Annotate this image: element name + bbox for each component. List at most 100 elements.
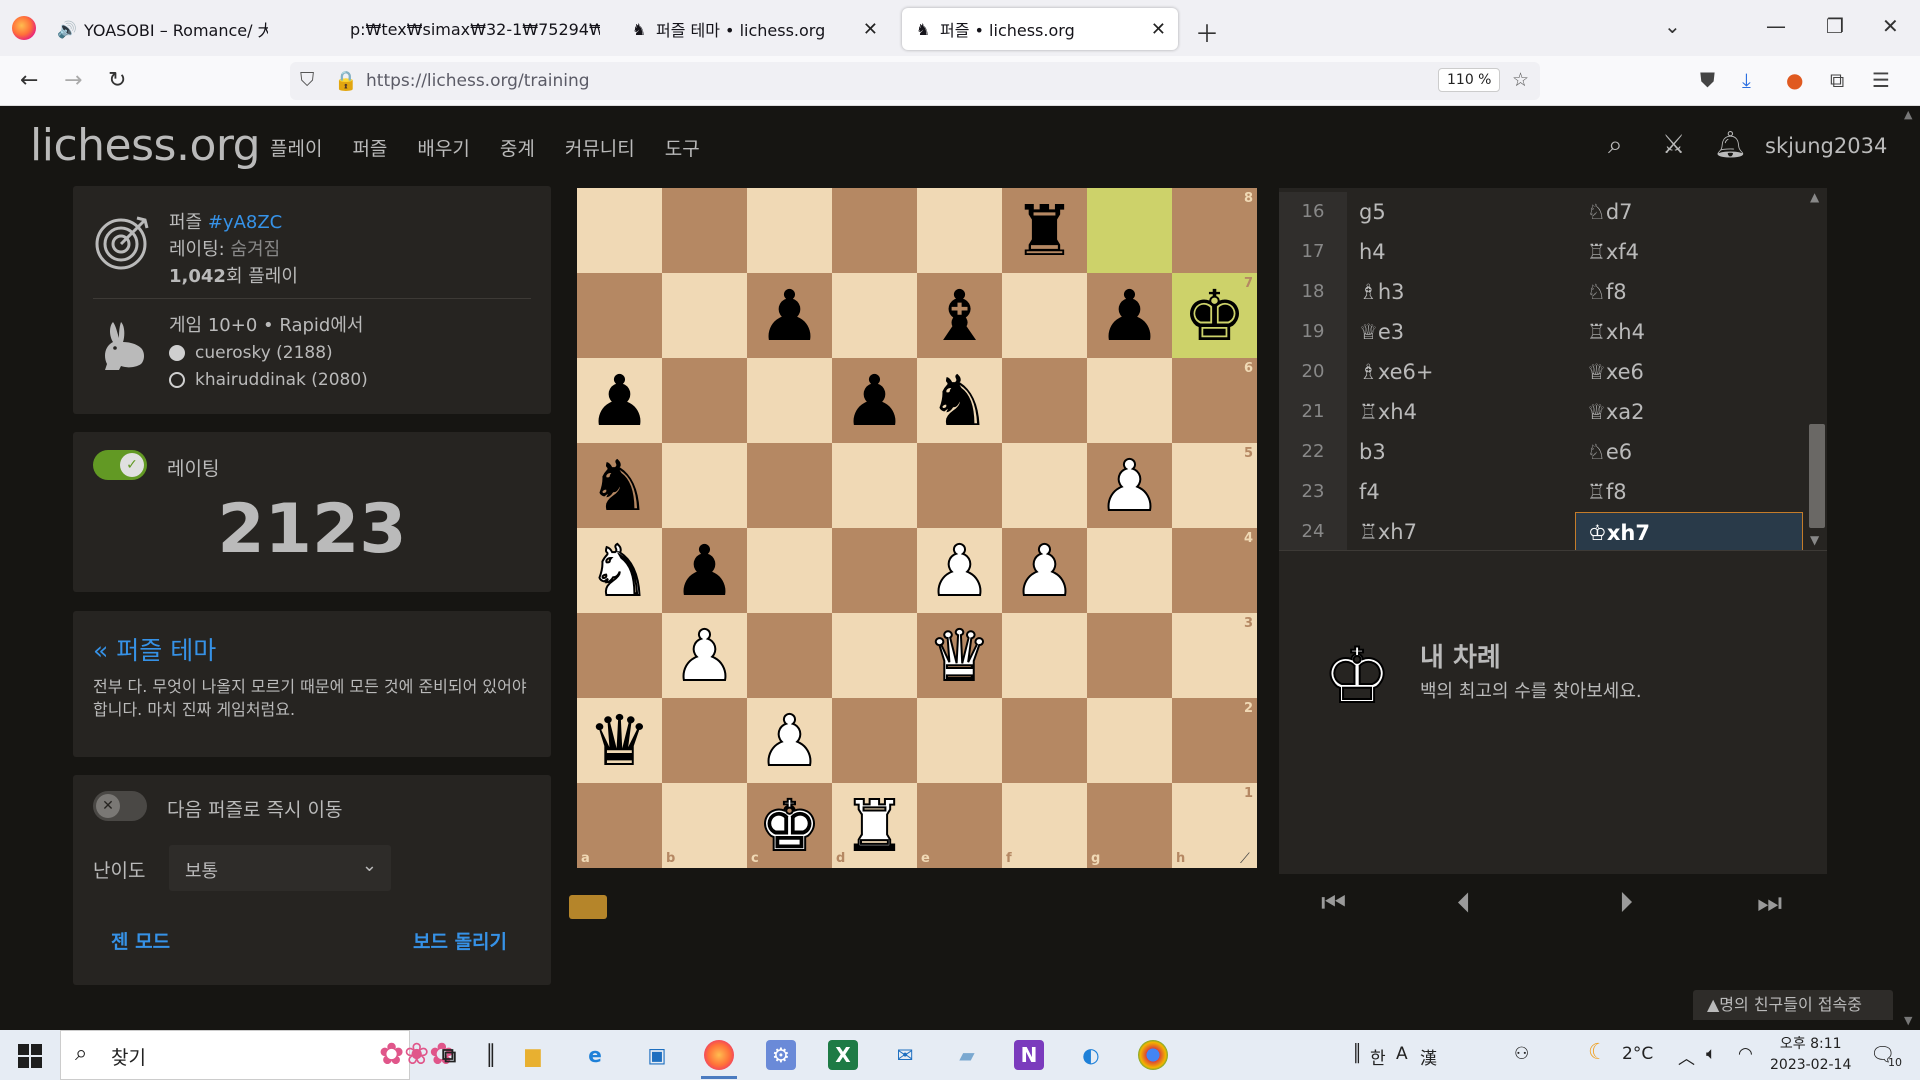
flip-board-button[interactable]: 보드 돌리기 [413, 927, 507, 954]
square-h5[interactable]: 5 [1172, 443, 1257, 528]
page-scrollbar[interactable]: ▲ ▼ [1900, 106, 1920, 1030]
browser-tab-puzzle[interactable]: ♞ 퍼즐 • lichess.org ✕ [902, 8, 1178, 50]
pocket-icon[interactable]: ⛊ [1700, 68, 1715, 92]
square-e3[interactable]: ♛ [917, 613, 1002, 698]
square-a4[interactable]: ♞ [577, 528, 662, 613]
extensions-icon[interactable]: ⧉ [1830, 68, 1844, 92]
square-c4[interactable] [747, 528, 832, 613]
search-icon[interactable]: ⌕ [1608, 130, 1623, 161]
black-move[interactable]: ♖xh4 [1575, 312, 1803, 352]
square-a6[interactable]: ♟ [577, 358, 662, 443]
square-d8[interactable] [832, 188, 917, 273]
square-h2[interactable]: 2 [1172, 698, 1257, 783]
square-g8[interactable] [1087, 188, 1172, 273]
white-move[interactable]: ♗xe6+ [1347, 352, 1575, 392]
square-f5[interactable] [1002, 443, 1087, 528]
black-move[interactable]: ♕xa2 [1575, 392, 1803, 432]
site-logo[interactable]: lichess.org [30, 120, 261, 171]
square-f8[interactable]: ♜ [1002, 188, 1087, 273]
square-g7[interactable]: ♟ [1087, 273, 1172, 358]
square-g5[interactable]: ♟ [1087, 443, 1172, 528]
minimize-icon[interactable]: — [1766, 14, 1786, 38]
white-pawn-piece[interactable]: ♟ [927, 535, 992, 607]
scroll-up-icon[interactable]: ▲ [1810, 190, 1819, 204]
tab-list-chevron-icon[interactable]: ⌄ [1664, 14, 1681, 38]
square-g2[interactable] [1087, 698, 1172, 783]
task-view-icon[interactable]: ⧉ [434, 1040, 464, 1070]
black-pawn-piece[interactable]: ♟ [758, 281, 821, 351]
black-player-name[interactable]: khairuddinak (2080) [195, 370, 368, 390]
square-d1[interactable]: ♜ d [832, 783, 917, 868]
scroll-up-icon[interactable]: ▲ [1904, 108, 1912, 121]
firefox-logo-icon[interactable] [12, 16, 36, 40]
tray-chevron-icon[interactable]: ︿ [1678, 1044, 1695, 1069]
square-b1[interactable]: b [662, 783, 747, 868]
square-e1[interactable]: e [917, 783, 1002, 868]
square-d3[interactable] [832, 613, 917, 698]
square-f3[interactable] [1002, 613, 1087, 698]
download-icon[interactable]: ⤓ [1742, 68, 1751, 92]
hanja-icon[interactable]: 漢 [1420, 1044, 1437, 1069]
white-move[interactable]: f4 [1347, 472, 1575, 512]
square-d2[interactable] [832, 698, 917, 783]
menu-hamburger-icon[interactable]: ☰ [1872, 68, 1890, 92]
white-player[interactable]: cuerosky (2188) [169, 343, 333, 363]
excel-icon[interactable]: X [828, 1040, 858, 1070]
square-e2[interactable] [917, 698, 1002, 783]
board-resize-handle[interactable]: ⟋ [1240, 851, 1250, 867]
square-b6[interactable] [662, 358, 747, 443]
moon-weather-icon[interactable]: ☾ [1588, 1040, 1608, 1065]
black-pawn-piece[interactable]: ♟ [1098, 281, 1161, 351]
square-g3[interactable] [1087, 613, 1172, 698]
game-info[interactable]: 게임 10+0 • Rapid에서 [169, 311, 363, 337]
store-icon[interactable]: ▣ [642, 1040, 672, 1070]
weather-temp[interactable]: 2°C [1622, 1044, 1653, 1064]
friends-online-box[interactable]: ▲명의 친구들이 접속중 [1693, 990, 1893, 1020]
square-d6[interactable]: ♟ [832, 358, 917, 443]
square-a3[interactable] [577, 613, 662, 698]
square-c1[interactable]: ♚ c [747, 783, 832, 868]
nav-item-broadcast[interactable]: 중계 [500, 134, 535, 161]
square-d4[interactable] [832, 528, 917, 613]
restore-icon[interactable]: ❐ [1826, 14, 1844, 38]
puzzle-themes-link[interactable]: « 퍼즐 테마 [93, 631, 216, 667]
first-move-icon[interactable]: ⏮ [1321, 886, 1346, 920]
puzzle-progress-tab[interactable] [569, 895, 607, 919]
auto-next-toggle[interactable]: ✕ [93, 791, 147, 821]
black-move[interactable]: ♘f8 [1575, 272, 1803, 312]
difficulty-select[interactable]: 보통 ⌄ [169, 845, 391, 891]
firefox-taskbar-icon[interactable] [704, 1040, 734, 1070]
internet-explorer-icon[interactable]: e [580, 1040, 610, 1070]
white-pawn-piece[interactable]: ♟ [672, 620, 737, 692]
edge-icon[interactable]: ◐ [1076, 1040, 1106, 1070]
onenote-icon[interactable]: N [1014, 1040, 1044, 1070]
square-b8[interactable] [662, 188, 747, 273]
square-b4[interactable]: ♟ [662, 528, 747, 613]
settings-app-icon[interactable]: ⚙ [766, 1040, 796, 1070]
black-move[interactable]: ♘e6 [1575, 432, 1803, 472]
taskbar-search[interactable]: ⌕ 찾기 ✿❀✿ [60, 1030, 454, 1080]
square-c8[interactable] [747, 188, 832, 273]
black-move-current[interactable]: ♔xh7 [1575, 512, 1803, 550]
scroll-down-icon[interactable]: ▼ [1904, 1014, 1912, 1027]
square-c6[interactable] [747, 358, 832, 443]
username-link[interactable]: skjung2034 [1765, 134, 1887, 158]
white-move[interactable]: b3 [1347, 432, 1575, 472]
square-c2[interactable]: ♟ [747, 698, 832, 783]
square-d5[interactable] [832, 443, 917, 528]
square-f6[interactable] [1002, 358, 1087, 443]
nav-item-tools[interactable]: 도구 [665, 134, 700, 161]
last-move-icon[interactable]: ⏭ [1757, 886, 1782, 920]
square-a8[interactable] [577, 188, 662, 273]
volume-icon[interactable]: 🔈︎ [1706, 1044, 1716, 1064]
black-move[interactable]: ♕xe6 [1575, 352, 1803, 392]
shield-icon[interactable]: ⛉ [300, 69, 314, 91]
reload-icon[interactable]: ↻ [108, 68, 126, 93]
square-f7[interactable] [1002, 273, 1087, 358]
nav-item-community[interactable]: 커뮤니티 [565, 134, 635, 161]
chess-board[interactable]: ♜ 8 ♟ ♝ ♟ ♚ 7 ♟ ♟ ♞ 6 ♞ ♟ 5 ♞ ♟ ♟ ♟ 4 ♟ ♛ 3 ♛ ♟ 2 a b ♚ c ♜ d e f g 1 h [577, 188, 1257, 868]
browser-tab-file[interactable]: p:₩tex₩simax₩32-1₩75294₩7529 [350, 8, 600, 50]
back-icon[interactable]: ← [20, 68, 38, 93]
white-player-name[interactable]: cuerosky (2188) [195, 343, 333, 363]
chrome-icon[interactable] [1138, 1040, 1168, 1070]
